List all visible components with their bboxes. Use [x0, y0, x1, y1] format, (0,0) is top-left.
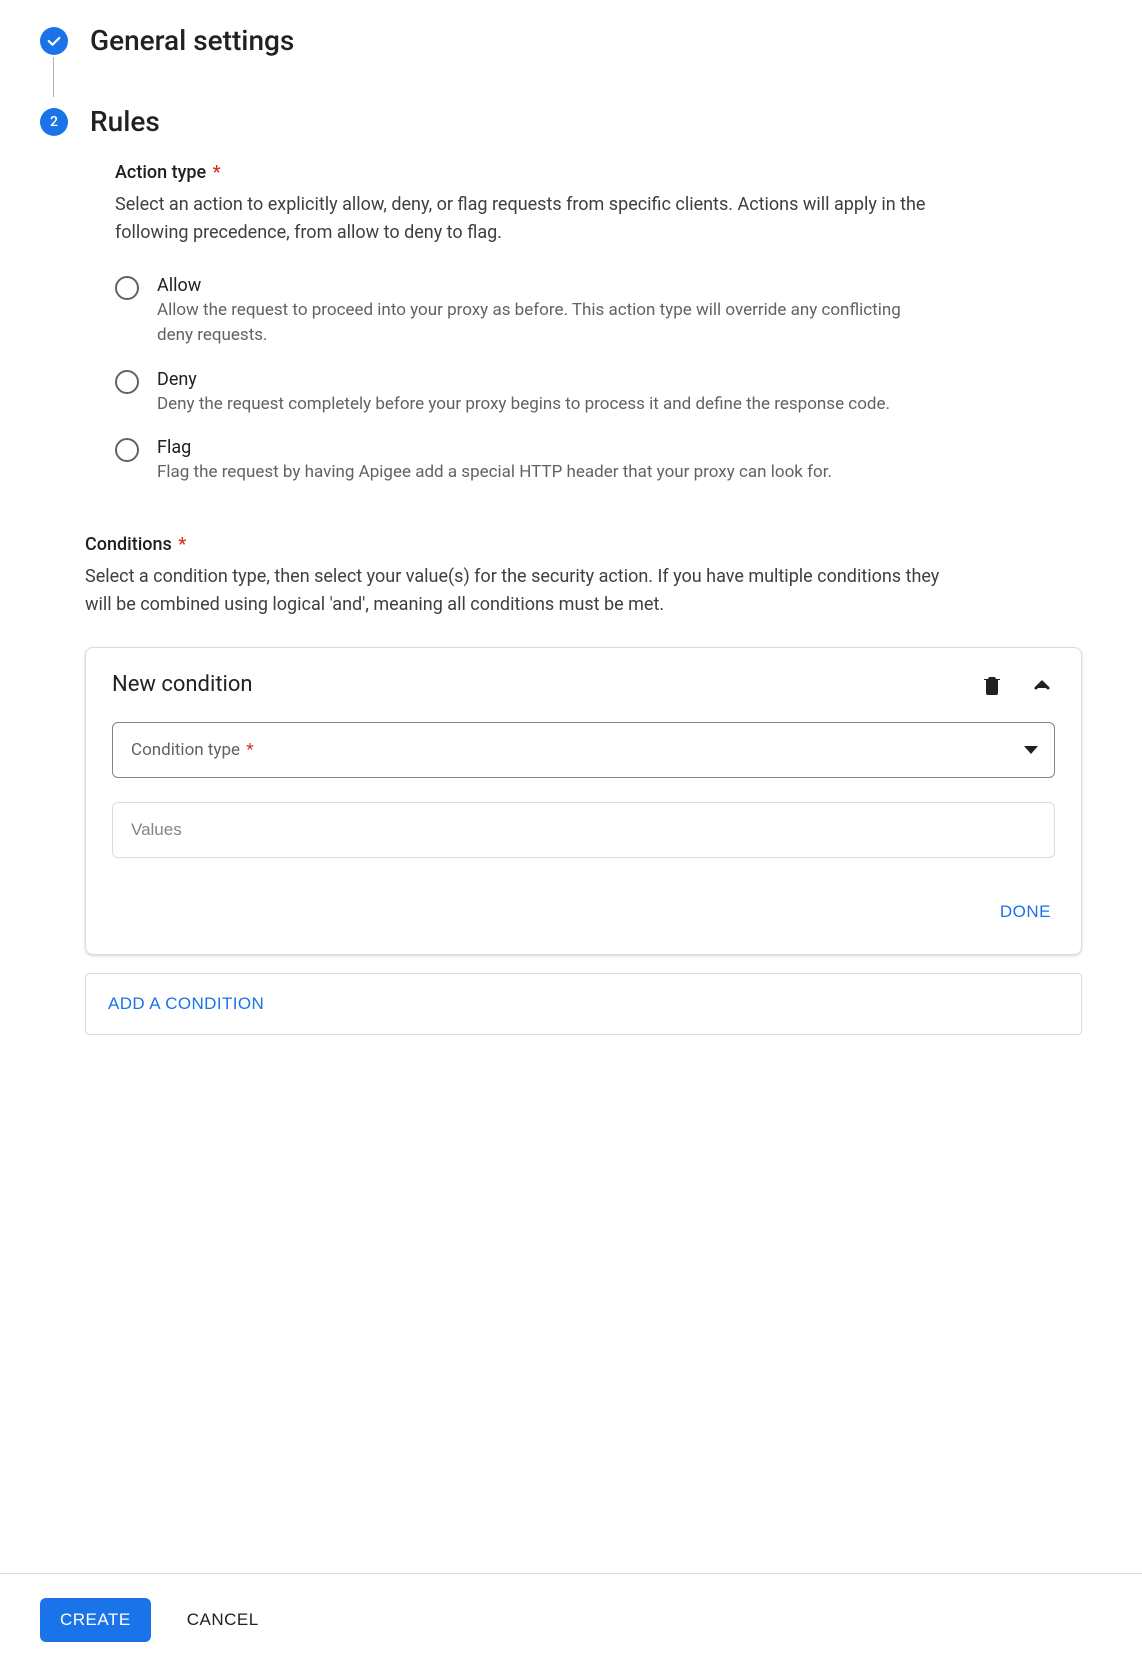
- step-1-row: General settings: [0, 16, 1142, 57]
- add-condition-card[interactable]: ADD A CONDITION: [85, 973, 1082, 1035]
- radio-deny-circle[interactable]: [115, 370, 139, 394]
- create-button[interactable]: CREATE: [40, 1598, 151, 1642]
- step-connector: [53, 57, 54, 97]
- dropdown-caret-icon: [1024, 746, 1038, 754]
- radio-allow-desc: Allow the request to proceed into your p…: [157, 298, 937, 349]
- values-input[interactable]: [131, 820, 1036, 840]
- radio-deny-title: Deny: [157, 369, 1082, 390]
- step-2-row: 2 Rules: [0, 97, 1142, 138]
- action-type-radio-group: Allow Allow the request to proceed into …: [115, 275, 1082, 486]
- radio-allow-circle[interactable]: [115, 276, 139, 300]
- bottom-action-bar: CREATE CANCEL: [0, 1573, 1142, 1666]
- radio-flag-title: Flag: [157, 437, 1082, 458]
- required-marker: *: [178, 534, 186, 555]
- collapse-icon[interactable]: [1029, 672, 1055, 698]
- action-type-label: Action type *: [115, 162, 1082, 183]
- step-2-title: Rules: [90, 105, 160, 138]
- radio-allow[interactable]: Allow Allow the request to proceed into …: [115, 275, 1082, 349]
- conditions-label: Conditions *: [85, 534, 1082, 555]
- condition-card: New condition Condition type *: [85, 647, 1082, 955]
- radio-flag[interactable]: Flag Flag the request by having Apigee a…: [115, 437, 1082, 486]
- conditions-description: Select a condition type, then select you…: [85, 563, 945, 619]
- add-condition-button[interactable]: ADD A CONDITION: [108, 994, 264, 1014]
- radio-deny-desc: Deny the request completely before your …: [157, 392, 937, 418]
- action-type-description: Select an action to explicitly allow, de…: [115, 191, 935, 247]
- delete-icon[interactable]: [979, 672, 1005, 698]
- done-button[interactable]: DONE: [996, 896, 1055, 928]
- radio-flag-desc: Flag the request by having Apigee add a …: [157, 460, 937, 486]
- step-1-check-icon: [40, 27, 68, 55]
- radio-deny[interactable]: Deny Deny the request completely before …: [115, 369, 1082, 418]
- required-marker: *: [213, 162, 221, 183]
- radio-flag-circle[interactable]: [115, 438, 139, 462]
- condition-type-placeholder: Condition type: [131, 740, 240, 760]
- condition-type-select[interactable]: Condition type *: [112, 722, 1055, 778]
- step-1-title: General settings: [90, 24, 294, 57]
- step-2-number: 2: [50, 114, 58, 130]
- step-2-number-badge: 2: [40, 108, 68, 136]
- condition-card-title: New condition: [112, 672, 253, 697]
- values-input-wrap[interactable]: [112, 802, 1055, 858]
- cancel-button[interactable]: CANCEL: [175, 1598, 271, 1642]
- radio-allow-title: Allow: [157, 275, 1082, 296]
- required-marker: *: [246, 740, 253, 760]
